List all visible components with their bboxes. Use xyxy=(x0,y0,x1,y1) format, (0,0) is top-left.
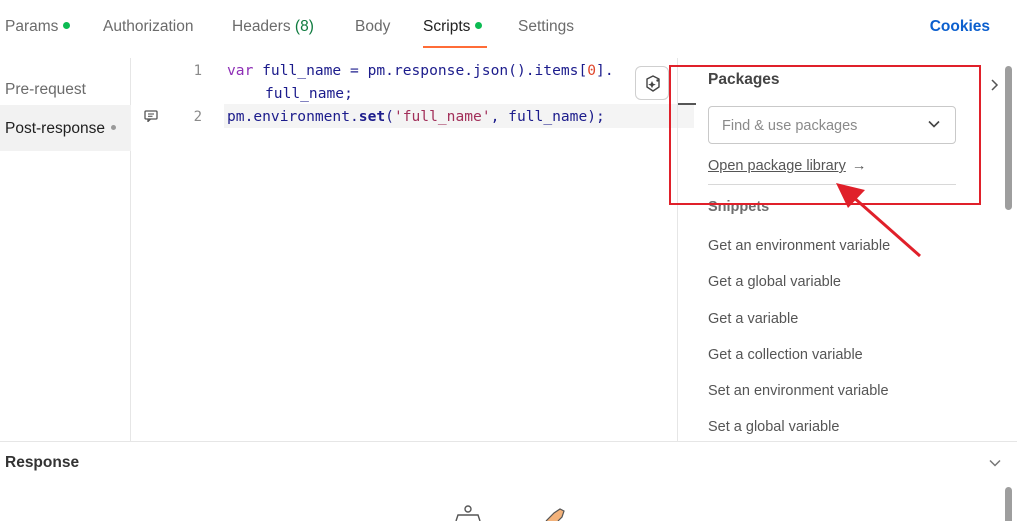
snippet-item[interactable]: Set an environment variable xyxy=(708,383,889,399)
code-line-2: pm.environment.set('full_name', full_nam… xyxy=(227,108,605,125)
empty-state-illustration xyxy=(455,505,565,521)
snippet-item[interactable]: Get a variable xyxy=(708,311,798,327)
tab-headers[interactable]: Headers (8) xyxy=(232,18,314,36)
tab-scripts[interactable]: Scripts xyxy=(423,18,483,36)
chevron-down-icon[interactable] xyxy=(988,458,1002,468)
tab-settings[interactable]: Settings xyxy=(518,18,574,36)
code-text: ]. xyxy=(596,62,614,79)
snippet-item[interactable]: Get a collection variable xyxy=(708,347,863,363)
tab-headers-label: Headers xyxy=(232,18,291,35)
code-text: full_name = pm.response.json().items[ xyxy=(253,62,588,79)
tab-headers-count: (8) xyxy=(294,18,314,35)
tab-body[interactable]: Body xyxy=(355,18,390,36)
panel-scrollbar[interactable] xyxy=(1005,66,1012,210)
code-number: 0 xyxy=(587,62,597,79)
snippet-item[interactable]: Get an environment variable xyxy=(708,238,890,254)
highlight-annotation-box xyxy=(669,65,981,205)
code-string: 'full_name' xyxy=(393,108,491,125)
divider xyxy=(0,441,1017,442)
code-editor[interactable]: 1 2 var full_name = pm.response.json().i… xyxy=(132,58,694,442)
status-dot xyxy=(63,22,71,29)
tab-params[interactable]: Params xyxy=(5,18,71,36)
code-line-1: var full_name = pm.response.json().items… xyxy=(227,62,614,79)
tab-params-label: Params xyxy=(5,18,59,35)
status-dot xyxy=(475,22,483,29)
cookies-link[interactable]: Cookies xyxy=(930,18,990,36)
tab-authorization[interactable]: Authorization xyxy=(103,18,193,36)
tab-scripts-label: Scripts xyxy=(423,18,471,35)
code-text: ( xyxy=(385,108,394,125)
ai-assist-button[interactable] xyxy=(635,66,669,100)
tab-settings-label: Settings xyxy=(518,18,575,35)
line-number: 1 xyxy=(193,63,202,79)
code-line-1-wrap: full_name; xyxy=(265,85,353,102)
code-keyword: var xyxy=(227,62,254,79)
modified-dot xyxy=(110,125,116,130)
tab-authorization-label: Authorization xyxy=(103,18,194,35)
response-scrollbar[interactable] xyxy=(1005,487,1012,521)
code-function: set xyxy=(358,108,386,125)
nav-item-post-response[interactable]: Post-response xyxy=(0,105,131,151)
response-title: Response xyxy=(5,454,80,471)
chevron-right-icon[interactable] xyxy=(989,78,999,92)
line-number: 2 xyxy=(193,109,202,125)
code-text: pm.environment. xyxy=(227,108,359,125)
snippet-item[interactable]: Set a global variable xyxy=(708,419,839,435)
nav-item-label: Post-response xyxy=(5,120,105,137)
code-text: full_name; xyxy=(265,85,353,102)
script-type-nav: Pre-request Post-response xyxy=(0,58,131,442)
snippet-item[interactable]: Get a global variable xyxy=(708,274,841,290)
tab-body-label: Body xyxy=(355,18,391,35)
request-tab-bar: Params Authorization Headers (8) Body Sc… xyxy=(0,0,1024,52)
active-tab-indicator xyxy=(423,46,487,48)
code-text: , full_name); xyxy=(490,108,605,125)
ai-sparkle-icon xyxy=(646,75,660,92)
nav-item-label: Pre-request xyxy=(5,81,86,98)
